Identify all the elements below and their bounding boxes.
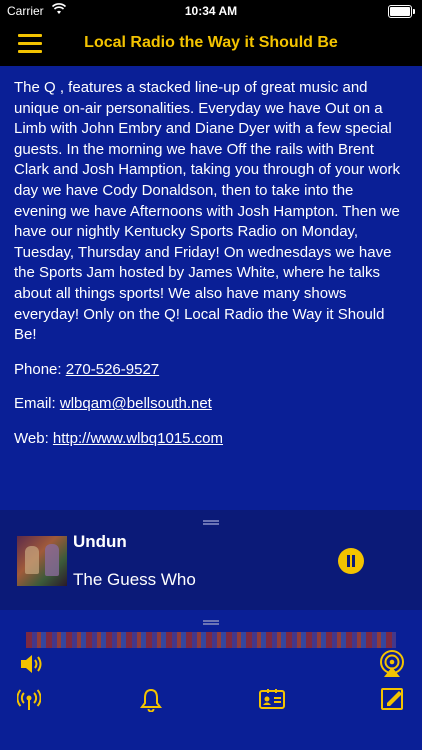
page-title: Local Radio the Way it Should Be [84,34,338,51]
email-link[interactable]: wlbqam@bellsouth.net [60,395,212,412]
web-label: Web: [14,429,49,447]
waveform [26,632,396,648]
contact-card-icon[interactable] [259,688,285,710]
song-title: Undun [73,532,127,551]
panel-grabber[interactable] [203,620,219,625]
bottom-panel [0,610,422,750]
bell-icon[interactable] [140,688,162,712]
phone-label: Phone: [14,360,62,378]
status-bar: Carrier 10:34 AM [0,0,422,22]
volume-icon[interactable] [18,652,44,676]
station-description: The Q , features a stacked line-up of gr… [14,79,401,344]
pause-button[interactable] [338,548,364,574]
artist-name: The Guess Who [73,570,196,589]
compose-icon[interactable] [381,686,405,710]
web-row: Web: http://www.wlbq1015.com [14,429,410,450]
nav-bar: Local Radio the Way it Should Be [0,22,422,66]
phone-link[interactable]: 270-526-9527 [66,361,159,378]
email-label: Email: [14,395,56,413]
battery-icon [388,5,415,18]
airplay-icon[interactable] [378,650,406,678]
email-row: Email: wlbqam@bellsouth.net [14,394,410,415]
album-art [17,536,67,586]
broadcast-icon[interactable] [17,688,41,712]
phone-row: Phone: 270-526-9527 [14,360,410,381]
station-info: The Q , features a stacked line-up of gr… [14,78,410,464]
web-link[interactable]: http://www.wlbq1015.com [53,430,223,447]
clock: 10:34 AM [184,4,238,18]
player-grabber[interactable] [203,520,219,525]
